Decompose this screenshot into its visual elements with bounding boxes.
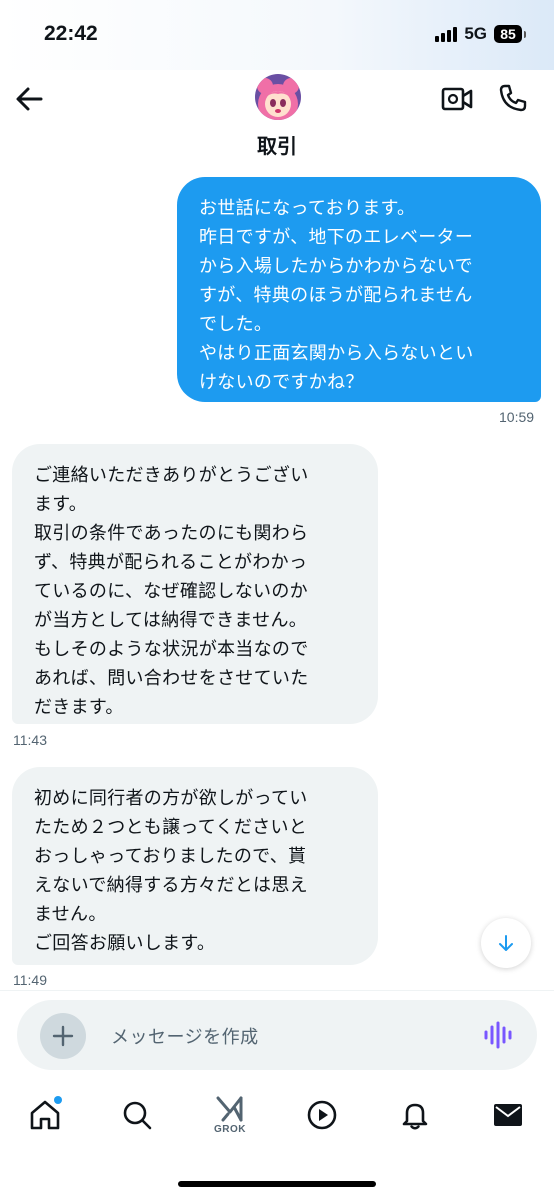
home-indicator[interactable] <box>178 1181 376 1187</box>
tab-video[interactable] <box>297 1085 347 1145</box>
status-indicators: 5G 85 <box>435 24 526 44</box>
add-media-button[interactable] <box>40 1013 86 1059</box>
mail-icon <box>494 1104 522 1126</box>
back-button[interactable] <box>14 84 44 114</box>
message-timestamp: 11:49 <box>13 972 47 988</box>
contact-name[interactable]: 取引 <box>0 130 554 159</box>
battery-level: 85 <box>494 25 526 43</box>
play-icon <box>307 1100 337 1130</box>
search-icon <box>123 1101 152 1130</box>
message-input[interactable]: メッセージを作成 <box>111 1023 259 1049</box>
arrow-down-icon <box>499 935 513 951</box>
message-bubble-received[interactable]: ご連絡いただきありがとうござい ます。 取引の条件であったのにも関わら ず、特典… <box>12 444 378 724</box>
message-timestamp: 11:43 <box>13 732 47 748</box>
plus-icon <box>52 1025 74 1047</box>
video-call-icon <box>441 87 473 111</box>
network-type: 5G <box>464 24 487 43</box>
bottom-tab-bar: GROK <box>0 1085 554 1155</box>
video-call-button[interactable] <box>440 84 474 114</box>
grok-icon <box>216 1096 243 1122</box>
cellular-signal-icon <box>435 26 458 42</box>
tab-messages[interactable] <box>483 1085 533 1145</box>
avatar-image <box>255 74 301 120</box>
message-bubble-received[interactable]: 初めに同行者の方が欲しがってい たため２つとも譲ってくださいと おっしゃっており… <box>12 767 378 965</box>
tab-notifications[interactable] <box>390 1085 440 1145</box>
message-timestamp: 10:59 <box>499 409 535 425</box>
message-composer[interactable]: メッセージを作成 <box>17 1000 537 1070</box>
status-bar: 22:42 5G 85 <box>0 0 554 70</box>
tab-search[interactable] <box>112 1085 162 1145</box>
status-time: 22:42 <box>44 22 98 45</box>
grok-label: GROK <box>214 1124 246 1135</box>
voice-message-button[interactable] <box>483 1020 513 1050</box>
arrow-left-icon <box>16 87 43 111</box>
scroll-to-bottom-button[interactable] <box>481 918 531 968</box>
bell-icon <box>402 1103 428 1130</box>
tab-home[interactable] <box>20 1085 70 1145</box>
conversation-header: 取引 <box>0 70 554 160</box>
phone-call-button[interactable] <box>497 82 529 114</box>
message-list[interactable]: お世話になっております。 昨日ですが、地下のエレベーター から入場したからかわか… <box>0 160 554 990</box>
tab-grok[interactable]: GROK <box>205 1085 255 1145</box>
phone-icon <box>499 84 527 112</box>
message-bubble-sent[interactable]: お世話になっております。 昨日ですが、地下のエレベーター から入場したからかわか… <box>177 177 541 402</box>
divider <box>0 990 554 991</box>
notification-dot <box>54 1096 62 1104</box>
voice-waveform-icon <box>484 1021 512 1049</box>
avatar[interactable] <box>255 74 301 120</box>
